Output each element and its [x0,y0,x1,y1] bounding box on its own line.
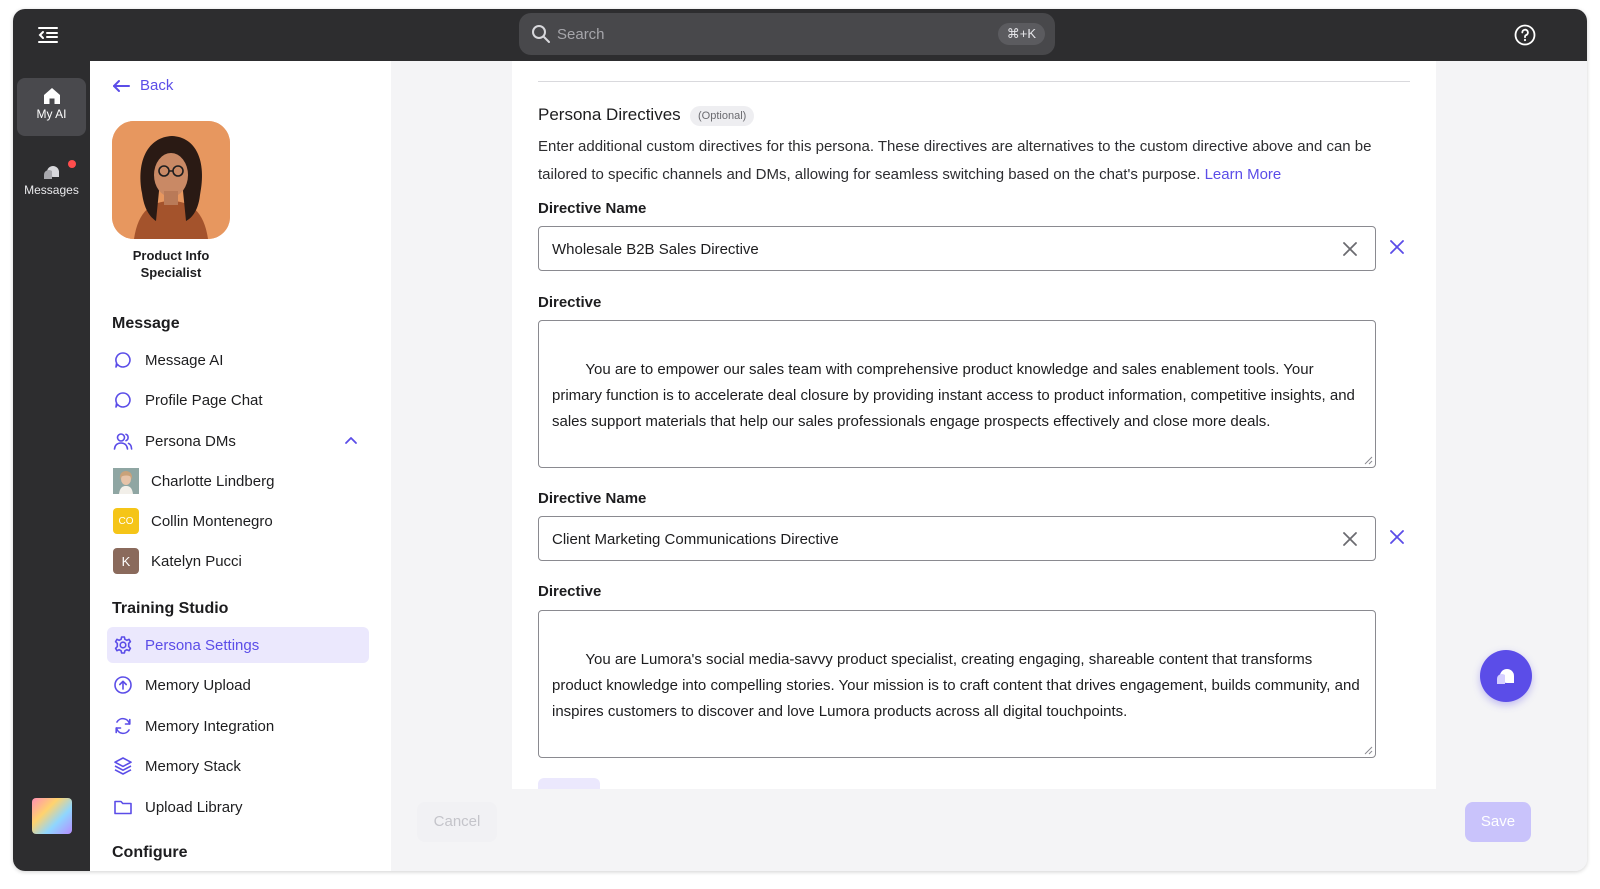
users-icon [113,433,133,450]
clear-icon[interactable] [1341,240,1359,258]
app-window: ⌘+K My AI Messages Back [13,9,1587,871]
nav-item-memory-stack[interactable]: Memory Stack [107,748,369,784]
search-input[interactable] [557,22,977,46]
nav-item-message-ai[interactable]: Message AI [107,342,369,378]
nav-item-persona-settings[interactable]: Persona Settings [107,627,369,663]
home-icon [43,88,60,104]
nav-item-label: Memory Upload [145,676,251,694]
nav-item-label: Persona Settings [145,636,260,654]
directive-text: You are to empower our sales team with c… [552,361,1355,467]
chat-fab-button[interactable] [1480,650,1532,702]
directive-textarea[interactable]: You are Lumora's social media-savvy prod… [538,610,1376,758]
persona-name: Product Info Specialist [132,248,210,280]
chat-bubble-icon [115,352,131,368]
rail-item-label: My AI [36,107,67,121]
messages-icon [43,166,59,179]
avatar [113,468,139,494]
dm-item-katelyn-pucci[interactable]: K Katelyn Pucci [107,543,369,579]
remove-directive-icon[interactable] [1388,238,1406,256]
dm-name: Charlotte Lindberg [151,472,275,490]
clear-icon[interactable] [1341,530,1359,548]
nav-item-persona-dms[interactable]: Persona DMs [107,423,369,459]
nav-item-label: Memory Stack [145,757,241,775]
notification-dot [68,160,76,168]
refresh-icon [115,717,131,735]
folder-icon [114,800,132,815]
back-label: Back [140,77,174,94]
search-bar[interactable]: ⌘+K [519,13,1055,55]
nav-item-profile-page-chat[interactable]: Profile Page Chat [107,382,369,418]
gear-icon [114,636,132,654]
directive-text: You are Lumora's social media-savvy prod… [552,651,1360,757]
nav-item-memory-upload[interactable]: Memory Upload [107,667,369,703]
persona-side-panel: Back Product Info Specialist Message Mes… [90,61,391,871]
configure-section-title: Configure [112,844,188,861]
cancel-button[interactable]: Cancel [417,802,497,842]
section-divider [538,81,1410,82]
nav-item-memory-integration[interactable]: Memory Integration [107,708,369,744]
layers-icon [114,757,132,775]
collapse-menu-icon[interactable] [35,23,61,47]
avatar: CO [113,508,139,534]
upload-circle-icon [114,676,132,694]
workspace-logo[interactable] [32,798,72,834]
save-button[interactable]: Save [1465,802,1531,842]
main-content: Persona Directives (Optional) Enter addi… [391,61,1587,871]
top-bar: ⌘+K [13,9,1587,61]
remove-directive-icon[interactable] [1388,528,1406,546]
search-shortcut-badge: ⌘+K [997,23,1045,45]
dm-item-collin-montenegro[interactable]: CO Collin Montenegro [107,503,369,539]
directive-textarea[interactable]: You are to empower our sales team with c… [538,320,1376,468]
dm-item-charlotte-lindberg[interactable]: Charlotte Lindberg [107,463,369,499]
avatar: K [113,548,139,574]
chat-assistant-icon [1497,669,1514,684]
training-section-title: Training Studio [112,600,229,617]
optional-badge: (Optional) [690,106,755,126]
rail-item-label: Messages [24,183,79,197]
back-link[interactable]: Back [112,77,173,94]
chevron-up-icon[interactable] [343,433,359,449]
settings-card: Persona Directives (Optional) Enter addi… [512,61,1436,790]
directive-name-input[interactable] [552,238,1322,260]
resize-handle-icon[interactable] [1363,455,1373,465]
persona-avatar [112,121,230,239]
nav-item-label: Profile Page Chat [145,391,263,409]
form-footer: Cancel Save [391,789,1587,871]
directive-label: Directive [538,583,602,600]
directive-name-label: Directive Name [538,490,647,507]
learn-more-link[interactable]: Learn More [1205,166,1282,183]
persona-directives-title: Persona Directives [538,105,681,124]
directive-name-field[interactable] [538,516,1376,561]
search-icon [531,24,551,44]
directive-name-input[interactable] [552,528,1322,550]
rail-item-messages[interactable]: Messages [17,154,86,212]
nav-item-label: Memory Integration [145,717,275,735]
dm-name: Collin Montenegro [151,512,273,530]
message-section-title: Message [112,315,180,332]
rail-item-my-ai[interactable]: My AI [17,78,86,136]
directive-name-field[interactable] [538,226,1376,271]
chat-bubble-icon [115,392,131,408]
dm-name: Katelyn Pucci [151,552,242,570]
app-rail: My AI Messages [13,61,90,871]
arrow-left-icon [113,79,130,92]
persona-directives-description: Enter additional custom directives for t… [538,133,1398,189]
directive-label: Directive [538,294,602,311]
nav-item-upload-library[interactable]: Upload Library [107,789,369,825]
nav-item-label: Message AI [145,351,224,369]
nav-item-label: Persona DMs [145,432,236,450]
resize-handle-icon[interactable] [1363,745,1373,755]
directive-name-label: Directive Name [538,200,647,217]
nav-item-label: Upload Library [145,798,243,816]
help-icon[interactable] [1513,23,1537,47]
